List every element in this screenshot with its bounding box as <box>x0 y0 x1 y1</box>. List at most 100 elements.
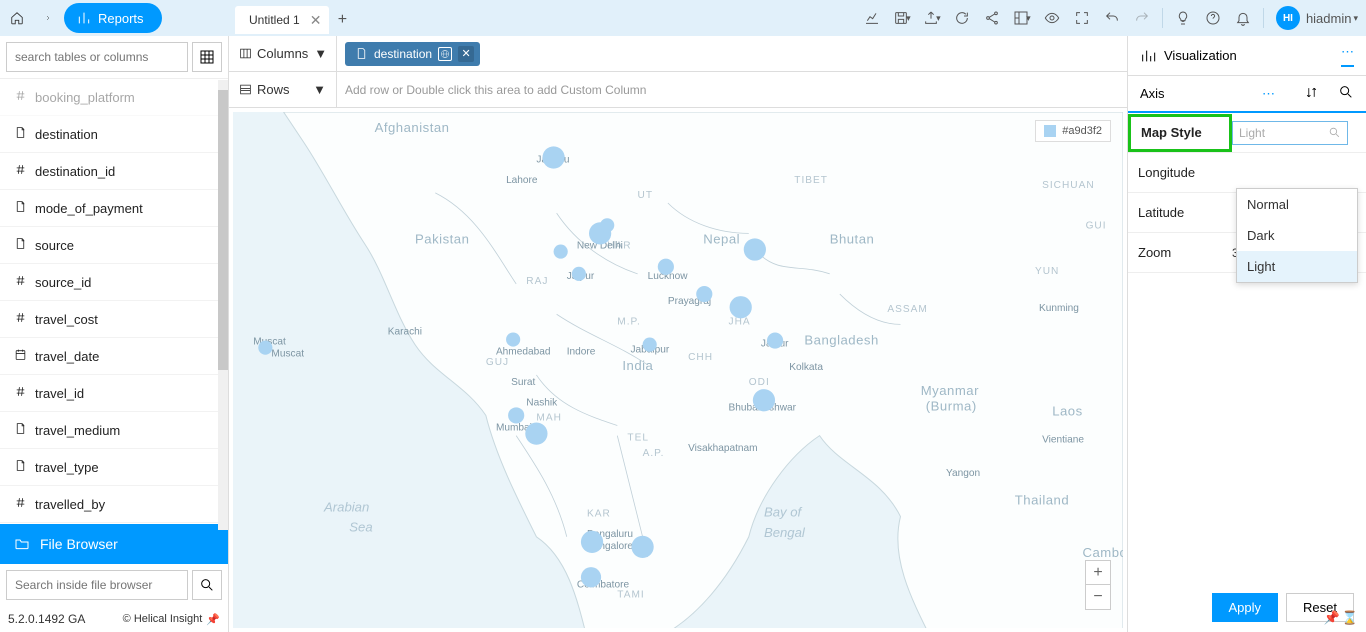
fullscreen-icon <box>1074 10 1090 26</box>
viz-menu-button[interactable]: ⋯ <box>1341 44 1354 67</box>
tab-close-button[interactable]: ✕ <box>310 12 322 29</box>
option-normal[interactable]: Normal <box>1237 189 1357 220</box>
doc-icon <box>355 47 368 60</box>
field-label: source_id <box>35 275 91 290</box>
svg-text:RAJ: RAJ <box>526 276 548 287</box>
search-icon <box>1338 84 1354 100</box>
reports-label: Reports <box>98 11 144 26</box>
file-browser-header[interactable]: File Browser <box>0 524 228 564</box>
zoom-out-button[interactable]: − <box>1086 585 1110 609</box>
field-item-booking_platform[interactable]: booking_platform <box>0 79 228 116</box>
pin2-icon[interactable]: ⌛ <box>1342 610 1358 626</box>
field-item-source_id[interactable]: source_id <box>0 264 228 301</box>
svg-text:YUN: YUN <box>1035 266 1059 277</box>
columns-shelf-content[interactable]: destination ✕ <box>337 36 1127 71</box>
option-light[interactable]: Light <box>1237 251 1357 282</box>
main: booking_platformdestinationdestination_i… <box>0 36 1366 632</box>
export-button[interactable]: ▾ <box>918 4 946 32</box>
field-item-travel_medium[interactable]: travel_medium <box>0 412 228 449</box>
field-label: travel_id <box>35 386 84 401</box>
reports-breadcrumb[interactable]: Reports <box>64 3 162 33</box>
tab-label: Untitled 1 <box>249 13 300 27</box>
tab-untitled[interactable]: Untitled 1 ✕ <box>235 6 329 34</box>
rows-shelf-content[interactable]: Add row or Double click this area to add… <box>337 72 1127 107</box>
undo-button[interactable] <box>1098 4 1126 32</box>
field-label: source <box>35 238 74 253</box>
preview-button[interactable] <box>1038 4 1066 32</box>
axis-search-button[interactable] <box>1338 84 1354 103</box>
doc-icon <box>14 422 27 438</box>
hint-button[interactable] <box>1169 4 1197 32</box>
field-item-travelled_by[interactable]: travelled_by <box>0 486 228 523</box>
rows-shelf-label[interactable]: Rows ▼ <box>229 72 337 107</box>
layout-button[interactable]: ▾ <box>1008 4 1036 32</box>
undo-icon <box>1104 10 1120 26</box>
option-dark[interactable]: Dark <box>1237 220 1357 251</box>
map-style-placeholder: Light <box>1239 126 1265 140</box>
table-view-button[interactable] <box>192 42 222 72</box>
field-item-mode_of_payment[interactable]: mode_of_payment <box>0 190 228 227</box>
field-item-travel_type[interactable]: travel_type <box>0 449 228 486</box>
search-input[interactable] <box>6 42 188 72</box>
viz-title: Visualization <box>1164 48 1237 63</box>
file-search-input[interactable] <box>6 570 188 600</box>
svg-text:ASSAM: ASSAM <box>887 304 927 315</box>
zoom-in-button[interactable]: + <box>1086 561 1110 585</box>
axis-menu-button[interactable]: ⋯ <box>1262 86 1275 102</box>
fullscreen-button[interactable] <box>1068 4 1096 32</box>
svg-text:ODI: ODI <box>749 377 770 388</box>
username-dropdown[interactable]: hiadmin▾ <box>1306 11 1358 26</box>
save-button[interactable]: ▾ <box>888 4 916 32</box>
rows-shelf: Rows ▼ Add row or Double click this area… <box>229 72 1127 108</box>
svg-text:Bangladesh: Bangladesh <box>804 333 878 348</box>
svg-text:Visakhapatnam: Visakhapatnam <box>688 443 758 454</box>
field-list: booking_platformdestinationdestination_i… <box>0 79 228 524</box>
panel-pins: 📌 ⌛ <box>1324 610 1358 626</box>
help-button[interactable] <box>1199 4 1227 32</box>
eye-icon <box>1044 10 1060 26</box>
hash-icon <box>14 311 27 327</box>
file-search-button[interactable] <box>192 570 222 600</box>
notifications-button[interactable] <box>1229 4 1257 32</box>
svg-text:Ahmedabad: Ahmedabad <box>496 347 551 358</box>
svg-text:GUI: GUI <box>1086 220 1107 231</box>
refresh-button[interactable] <box>948 4 976 32</box>
add-tab-button[interactable]: + <box>329 11 355 29</box>
doc-icon <box>14 200 27 216</box>
field-item-travel_id[interactable]: travel_id <box>0 375 228 412</box>
redo-button[interactable] <box>1128 4 1156 32</box>
brand-text: © Helical Insight <box>123 613 203 625</box>
home-button[interactable] <box>0 1 34 35</box>
pin-icon[interactable]: 📌 <box>1324 610 1340 626</box>
field-item-source[interactable]: source <box>0 227 228 264</box>
apply-button[interactable]: Apply <box>1212 593 1279 622</box>
svg-text:Kolkata: Kolkata <box>789 362 823 373</box>
version-text: 5.2.0.1492 GA <box>8 612 85 626</box>
map-style-input[interactable]: Light <box>1232 121 1348 145</box>
hash-icon <box>14 496 27 512</box>
longitude-label: Longitude <box>1128 165 1232 180</box>
map-visualization[interactable]: Arabian Sea Bay of Bengal Afghanistan Pa… <box>233 112 1123 628</box>
chevron-right-icon <box>44 10 52 26</box>
column-pill-destination[interactable]: destination ✕ <box>345 42 480 66</box>
chart-button[interactable] <box>858 4 886 32</box>
field-item-destination[interactable]: destination <box>0 116 228 153</box>
svg-text:India: India <box>622 358 653 373</box>
scrollbar[interactable] <box>218 80 228 530</box>
remove-pill-button[interactable]: ✕ <box>458 46 474 62</box>
geo-icon <box>438 47 452 61</box>
avatar[interactable]: HI <box>1276 6 1300 30</box>
field-label: travel_date <box>35 349 99 364</box>
sort-button[interactable] <box>1305 86 1318 102</box>
zoom-controls: + − <box>1085 560 1111 610</box>
svg-text:KAR: KAR <box>587 509 611 520</box>
share-button[interactable] <box>978 4 1006 32</box>
columns-shelf-label[interactable]: Columns ▼ <box>229 36 337 71</box>
field-item-destination_id[interactable]: destination_id <box>0 153 228 190</box>
field-label: travel_type <box>35 460 99 475</box>
svg-text:GUJ: GUJ <box>486 357 509 368</box>
field-item-travel_date[interactable]: travel_date <box>0 338 228 375</box>
pin-icon[interactable]: 📌 <box>206 613 220 626</box>
field-item-travel_cost[interactable]: travel_cost <box>0 301 228 338</box>
svg-text:UT: UT <box>638 190 654 201</box>
